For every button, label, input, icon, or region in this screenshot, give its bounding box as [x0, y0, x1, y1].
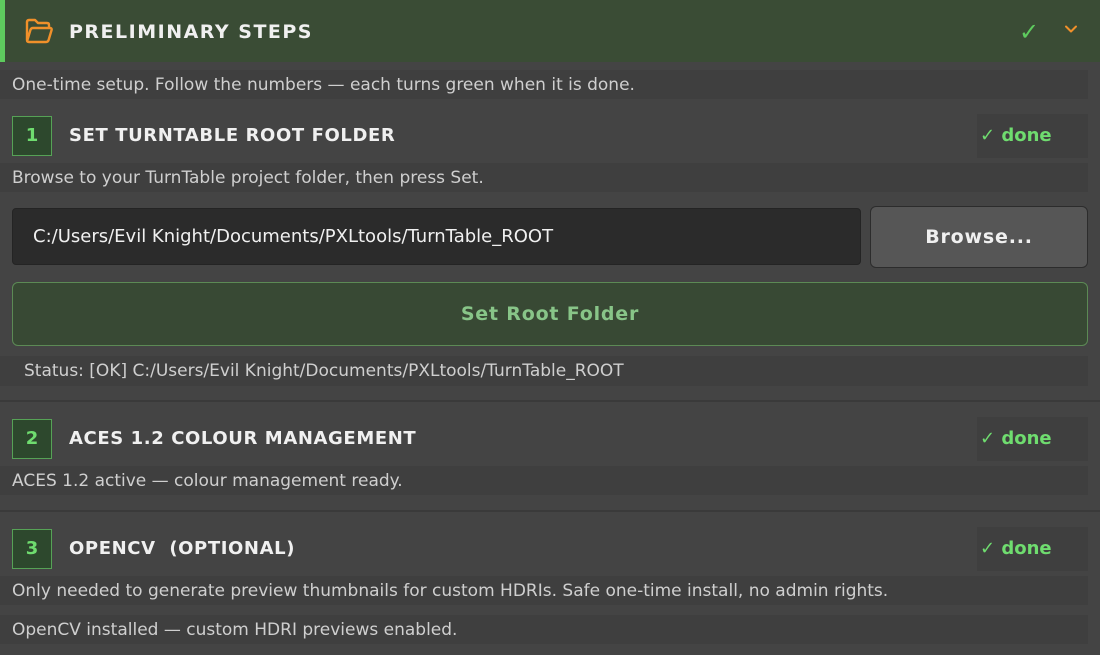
intro-row: One-time setup. Follow the numbers — eac… [0, 70, 1088, 99]
step-3-status-text: OpenCV installed — custom HDRI previews … [12, 620, 458, 640]
set-root-folder-button[interactable]: Set Root Folder [12, 282, 1088, 346]
step-3-hint-row: Only needed to generate preview thumbnai… [0, 576, 1088, 605]
intro-text: One-time setup. Follow the numbers — eac… [12, 75, 635, 95]
folder-open-icon [25, 18, 53, 44]
step-2-header: 2 ACES 1.2 COLOUR MANAGEMENT ✓ done [0, 417, 1100, 461]
step-2-number-badge: 2 [12, 419, 52, 459]
section-title: PRELIMINARY STEPS [69, 21, 313, 43]
root-folder-path-input[interactable] [12, 208, 861, 265]
step-1-header: 1 SET TURNTABLE ROOT FOLDER ✓ done [0, 114, 1100, 158]
step-1-hint: Browse to your TurnTable project folder,… [12, 168, 484, 188]
step-3-status-row: OpenCV installed — custom HDRI previews … [0, 615, 1088, 644]
step-3-hint: Only needed to generate preview thumbnai… [12, 581, 889, 601]
step-1-status-text: Status: [OK] C:/Users/Evil Knight/Docume… [24, 361, 624, 381]
section-divider [0, 400, 1100, 402]
chevron-down-icon[interactable] [1063, 21, 1079, 37]
step-3-title: OPENCV (OPTIONAL) [69, 538, 296, 559]
preliminary-steps-panel: PRELIMINARY STEPS ✓ One-time setup. Foll… [0, 0, 1100, 655]
step-1-number-badge: 1 [12, 116, 52, 156]
step-1-status-row: Status: [OK] C:/Users/Evil Knight/Docume… [0, 356, 1088, 386]
browse-button[interactable]: Browse... [870, 206, 1088, 268]
section-divider [0, 510, 1100, 512]
step-3-done-badge: ✓ done [977, 527, 1088, 571]
step-2-title: ACES 1.2 COLOUR MANAGEMENT [69, 428, 417, 449]
step-3-header: 3 OPENCV (OPTIONAL) ✓ done [0, 527, 1100, 571]
step-3-number-badge: 3 [12, 529, 52, 569]
step-1-done-badge: ✓ done [977, 114, 1088, 158]
step-1-title: SET TURNTABLE ROOT FOLDER [69, 125, 396, 146]
section-header[interactable]: PRELIMINARY STEPS ✓ [0, 0, 1100, 62]
step-2-hint: ACES 1.2 active — colour management read… [12, 471, 403, 491]
step-2-done-badge: ✓ done [977, 417, 1088, 461]
step-2-hint-row: ACES 1.2 active — colour management read… [0, 466, 1088, 495]
step-1-hint-row: Browse to your TurnTable project folder,… [0, 163, 1088, 192]
section-complete-check-icon: ✓ [1019, 18, 1040, 46]
